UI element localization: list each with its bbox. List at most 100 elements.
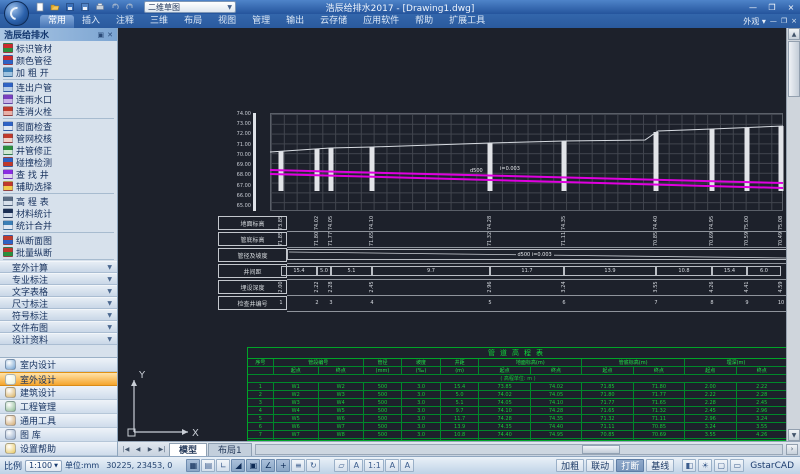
ortho-icon[interactable]: ∟ — [216, 459, 230, 472]
ribbon-tab-常用[interactable]: 常用 — [40, 15, 74, 28]
model-paper-icon[interactable]: ▱ — [334, 459, 348, 472]
palette-item[interactable]: 查 找 井 — [0, 168, 117, 180]
palette-item[interactable]: 高 程 表 — [0, 195, 117, 207]
palette-item[interactable]: 井管修正 — [0, 144, 117, 156]
layout-nav-icon[interactable]: |◀ — [120, 443, 132, 455]
ribbon-tab-云存储[interactable]: 云存储 — [312, 15, 355, 28]
palette-menu-符号标注[interactable]: 符号标注▼ — [0, 309, 117, 321]
palette-item[interactable]: 材料统计 — [0, 207, 117, 219]
mode-button-加粗[interactable]: 加粗 — [556, 459, 584, 472]
polar-icon[interactable]: ◢ — [231, 459, 245, 472]
cleanscreen-icon[interactable]: ▭ — [730, 459, 744, 472]
palette-item[interactable]: 辅助选择 — [0, 180, 117, 192]
vertical-scrollbar[interactable]: ▲ ▼ — [786, 28, 800, 441]
palette-item[interactable]: 管网校核 — [0, 132, 117, 144]
ribbon-tab-应用软件[interactable]: 应用软件 — [355, 15, 407, 28]
palette-item[interactable]: 碰撞检测 — [0, 156, 117, 168]
palette-menu-专业标注[interactable]: 专业标注▼ — [0, 273, 117, 285]
ribbon-tab-管理[interactable]: 管理 — [244, 15, 278, 28]
dyn-icon[interactable]: + — [276, 459, 290, 472]
save-icon[interactable] — [63, 1, 76, 13]
redo-icon[interactable] — [123, 1, 136, 13]
palette-item[interactable]: 统计合并 — [0, 219, 117, 231]
palette-pin-icon[interactable]: ▣ — [98, 31, 105, 39]
layout-tab-模型[interactable]: 模型 — [169, 443, 207, 456]
otrack-icon[interactable]: ∠ — [261, 459, 275, 472]
print-icon[interactable] — [93, 1, 106, 13]
new-icon[interactable] — [33, 1, 46, 13]
close-button[interactable]: × — [782, 2, 800, 13]
app-logo-button[interactable] — [4, 1, 29, 26]
palette-item[interactable]: 颜色管径 — [0, 54, 117, 66]
layout-nav-icon[interactable]: ▶| — [156, 443, 168, 455]
grid-icon[interactable]: ▦ — [186, 459, 200, 472]
undo-icon[interactable] — [108, 1, 121, 13]
layout-nav-icon[interactable]: ▶ — [144, 443, 156, 455]
ribbon-tab-三维[interactable]: 三维 — [142, 15, 176, 28]
scroll-right-icon[interactable]: › — [786, 444, 798, 455]
ribbon-tab-帮助[interactable]: 帮助 — [407, 15, 441, 28]
category-button[interactable]: 通用工具 — [0, 414, 117, 428]
annotation-scale-icon[interactable]: A — [349, 459, 363, 472]
profile-tick-value: 2.00 — [278, 279, 284, 295]
palette-item[interactable]: 加 粗 开 — [0, 66, 117, 78]
palette-item[interactable]: 批量纵断 — [0, 246, 117, 258]
doc-restore-button[interactable]: ❐ — [781, 17, 787, 25]
mode-button-基线[interactable]: 基线 — [646, 459, 674, 472]
annotation-auto-icon[interactable]: A — [400, 459, 414, 472]
category-button[interactable]: 图 库 — [0, 428, 117, 442]
scroll-up-icon[interactable]: ▲ — [788, 28, 800, 40]
category-button[interactable]: 工程管理 — [0, 400, 117, 414]
category-button[interactable]: 室内设计 — [0, 358, 117, 372]
window-controls: — ❐ × — [743, 2, 800, 13]
open-icon[interactable] — [48, 1, 61, 13]
snap-icon[interactable]: ▤ — [201, 459, 215, 472]
cycle-icon[interactable]: ↻ — [306, 459, 320, 472]
palette-menu-文件布图[interactable]: 文件布图▼ — [0, 321, 117, 333]
bulb-icon[interactable]: ☀ — [698, 459, 712, 472]
lock-icon[interactable]: ◧ — [682, 459, 696, 472]
isolate-icon[interactable]: ▢ — [714, 459, 728, 472]
lineweight-icon[interactable]: ≡ — [291, 459, 305, 472]
annotation-visibility-icon[interactable]: A — [385, 459, 399, 472]
drawing-canvas[interactable]: 74.0073.0072.0071.0070.0069.0068.0067.00… — [118, 28, 786, 441]
doc-minimize-button[interactable]: — — [770, 17, 777, 25]
minimize-button[interactable]: — — [744, 2, 762, 13]
ribbon-tab-插入[interactable]: 插入 — [74, 15, 108, 28]
scroll-down-icon[interactable]: ▼ — [788, 429, 800, 441]
ribbon-tab-视图[interactable]: 视图 — [210, 15, 244, 28]
palette-item[interactable]: 标识管材 — [0, 42, 117, 54]
palette-item[interactable]: 连出户管 — [0, 81, 117, 93]
palette-menu-尺寸标注[interactable]: 尺寸标注▼ — [0, 297, 117, 309]
layout-nav-icon[interactable]: ◀ — [132, 443, 144, 455]
osnap-icon[interactable]: ▣ — [246, 459, 260, 472]
appearance-button[interactable]: 外观 ▾ — [743, 16, 766, 27]
ribbon-tab-输出[interactable]: 输出 — [278, 15, 312, 28]
ribbon-tab-布局[interactable]: 布局 — [176, 15, 210, 28]
vertical-scroll-thumb[interactable] — [788, 41, 800, 97]
horizontal-scroll-thumb[interactable] — [582, 445, 620, 454]
save-as-icon[interactable] — [78, 1, 91, 13]
palette-close-icon[interactable]: ✕ — [107, 31, 113, 39]
mode-button-联动[interactable]: 联动 — [586, 459, 614, 472]
ribbon-tab-注释[interactable]: 注释 — [108, 15, 142, 28]
doc-close-button[interactable]: × — [791, 17, 797, 25]
palette-item[interactable]: 连消火栓 — [0, 105, 117, 117]
palette-menu-设计资料[interactable]: 设计资料▼ — [0, 333, 117, 345]
layout-tab-布局1[interactable]: 布局1 — [208, 443, 252, 456]
palette-menu-室外计算[interactable]: 室外计算▼ — [0, 261, 117, 273]
ribbon-tab-扩展工具[interactable]: 扩展工具 — [441, 15, 493, 28]
category-button[interactable]: 建筑设计 — [0, 386, 117, 400]
annotation-scale-value[interactable]: 1:1 — [364, 459, 384, 472]
mode-button-打断[interactable]: 打断 — [616, 459, 644, 472]
palette-menu-文字表格[interactable]: 文字表格▼ — [0, 285, 117, 297]
scale-dropdown[interactable]: 1:100▼ — [25, 460, 62, 472]
horizontal-scrollbar[interactable] — [255, 444, 783, 455]
chevron-down-icon: ▼ — [107, 264, 112, 271]
maximize-button[interactable]: ❐ — [763, 2, 781, 13]
palette-item[interactable]: 连雨水口 — [0, 93, 117, 105]
palette-item[interactable]: 图面检查 — [0, 120, 117, 132]
category-button[interactable]: 设置帮助 — [0, 442, 117, 456]
palette-item[interactable]: 纵断面图 — [0, 234, 117, 246]
category-button[interactable]: 室外设计 — [0, 372, 117, 386]
